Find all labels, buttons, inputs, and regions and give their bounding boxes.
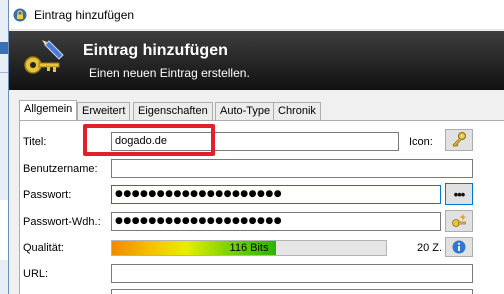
tab-eigenschaften[interactable]: Eigenschaften: [133, 102, 213, 120]
quality-label: Qualität:: [23, 242, 64, 254]
window-title: Eintrag hinzufügen: [34, 8, 135, 22]
background-window-area: [0, 200, 8, 260]
password-info-button[interactable]: [445, 237, 473, 257]
show-password-icon: •••: [453, 186, 466, 202]
username-label: Benutzername:: [23, 163, 98, 175]
notes-input[interactable]: [111, 289, 473, 294]
url-label: URL:: [23, 268, 49, 280]
header-banner: Eintrag hinzufügen Einen neuen Eintrag e…: [9, 31, 504, 90]
background-window-element: [0, 42, 8, 54]
password-quality-bar: 116 Bits: [111, 240, 387, 256]
show-password-button[interactable]: •••: [445, 183, 473, 205]
tab-allgemein[interactable]: Allgemein: [19, 100, 78, 121]
info-icon: [452, 240, 466, 254]
generate-password-button[interactable]: [445, 210, 473, 232]
url-input[interactable]: [111, 264, 473, 283]
password-input[interactable]: ●●●●●●●●●●●●●●●●●●●●: [111, 185, 441, 204]
icon-picker-button[interactable]: [445, 129, 473, 151]
background-window: [0, 0, 8, 294]
tab-erweitert[interactable]: Erweitert: [77, 102, 131, 120]
icon-label: Icon:: [409, 136, 433, 148]
generate-password-icon: [452, 214, 467, 227]
lock-icon: [13, 8, 27, 22]
banner-title: Eintrag hinzufügen: [83, 42, 228, 59]
password-label: Passwort:: [23, 189, 72, 201]
title-label: Titel:: [23, 136, 47, 148]
character-count: 20 Z.: [417, 242, 443, 254]
password-repeat-label: Passwort-Wdh.:: [23, 216, 101, 228]
quality-bits-text: 116 Bits: [229, 242, 269, 254]
username-input[interactable]: [111, 159, 473, 178]
banner-subtitle: Einen neuen Eintrag erstellen.: [89, 66, 250, 80]
tab-chronik[interactable]: Chronik: [273, 102, 321, 120]
background-window-divider: [0, 72, 8, 73]
add-entry-dialog: Eintrag hinzufügen Eintrag hinzufügen Ei…: [8, 0, 504, 294]
key-icon: [452, 132, 466, 148]
password-repeat-input[interactable]: ●●●●●●●●●●●●●●●●●●●●: [111, 212, 441, 231]
keys-pen-icon: [24, 40, 64, 74]
tab-auto-type[interactable]: Auto-Type: [215, 102, 276, 120]
title-bar[interactable]: Eintrag hinzufügen: [9, 0, 504, 30]
title-highlight-box: [83, 124, 215, 156]
